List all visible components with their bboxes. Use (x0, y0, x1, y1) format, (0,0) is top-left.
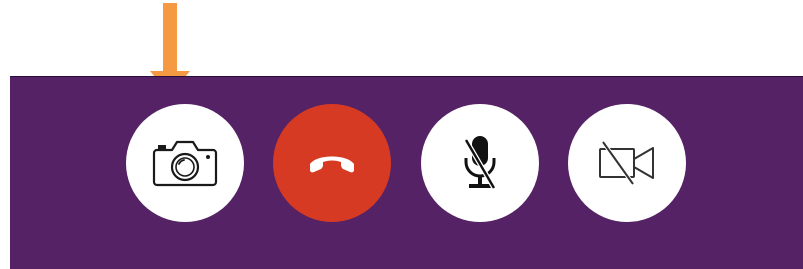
camera-button[interactable] (126, 104, 244, 222)
phone-hangup-icon (310, 156, 354, 173)
camera-icon (152, 140, 218, 187)
mute-microphone-button[interactable] (421, 104, 539, 222)
hang-up-button[interactable] (273, 104, 391, 222)
microphone-muted-icon (463, 136, 497, 190)
video-off-button[interactable] (568, 104, 686, 222)
video-off-icon (599, 140, 654, 186)
